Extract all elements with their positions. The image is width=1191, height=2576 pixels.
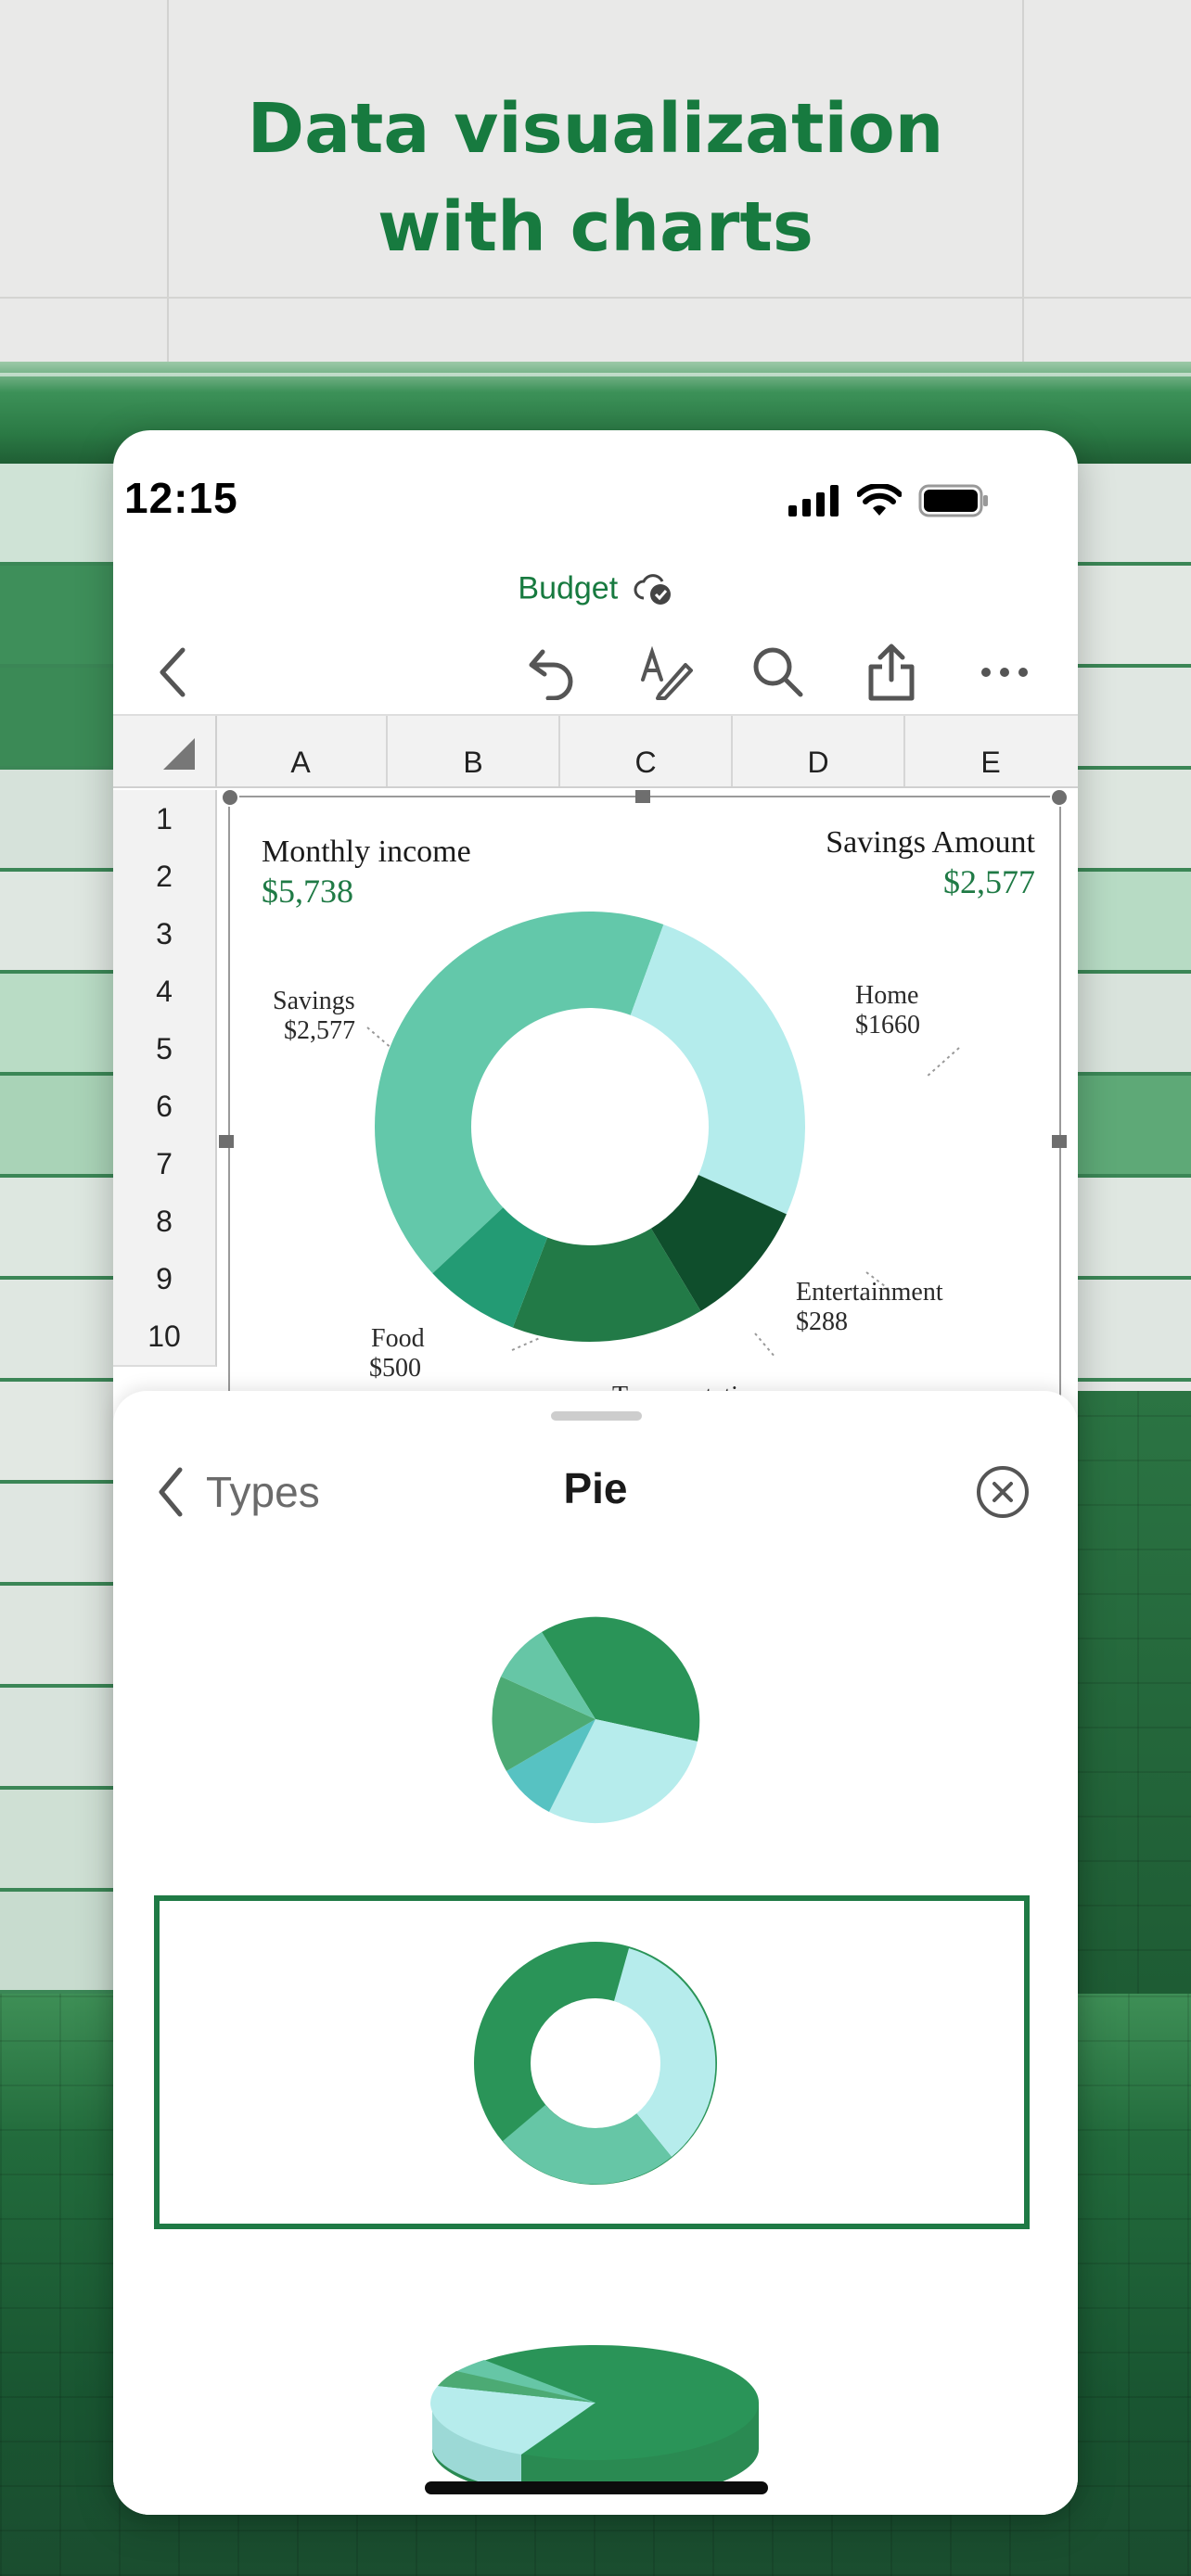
column-header-e[interactable]: E [905,716,1076,786]
row-header-5[interactable]: 5 [113,1020,217,1079]
chart-type-panel: Types Pie [113,1391,1078,2515]
resize-handle-top-left[interactable] [221,788,239,807]
headline-line-1: Data visualization [247,89,944,169]
select-all-corner[interactable] [113,716,217,786]
row-header-6[interactable]: 6 [113,1078,217,1137]
3d-pie-chart-thumbnail [430,2345,759,2485]
donut-chart-graphic [366,912,960,1358]
back-icon [160,647,186,697]
share-icon [868,644,915,701]
more-icon [981,668,1028,677]
slice-label-home: Home $1660 [855,981,920,1039]
row-header-8[interactable]: 8 [113,1192,217,1252]
pie-chart-thumbnail [492,1616,700,1824]
column-header-b[interactable]: B [388,716,560,786]
draw-button[interactable] [633,640,698,705]
home-indicator[interactable] [425,2481,768,2494]
slice-label-savings: Savings $2,577 [273,987,355,1045]
column-header-a[interactable]: A [215,716,388,786]
backdrop-right-green [1078,1391,1191,2040]
search-icon [753,647,803,697]
3d-pie-chart-option[interactable] [113,2309,1078,2485]
row-header-4[interactable]: 4 [113,963,217,1022]
row-header-10[interactable]: 10 [113,1307,217,1367]
share-button[interactable] [859,640,924,705]
slice-label-food: Food $500 [369,1324,425,1383]
row-header-7[interactable]: 7 [113,1135,217,1194]
row-header-3[interactable]: 3 [113,905,217,964]
status-time: 12:15 [124,474,238,522]
document-title-text: Budget [518,570,619,606]
panel-grabber[interactable] [551,1411,642,1421]
undo-button[interactable] [519,640,584,705]
wifi-icon [857,484,902,516]
donut-chart-option[interactable] [113,1910,1078,2216]
column-header-c[interactable]: C [560,716,733,786]
row-header-9[interactable]: 9 [113,1250,217,1309]
resize-handle-left[interactable] [219,1135,234,1148]
close-icon[interactable] [976,1465,1030,1519]
resize-handle-right[interactable] [1052,1135,1067,1148]
embedded-donut-chart[interactable]: Monthly income $5,738 Savings Amount $2,… [228,796,1061,1448]
status-icons [788,482,989,519]
draw-icon [641,645,693,700]
backdrop-left-cells [0,464,113,2040]
slice-label-entertainment: Entertainment $288 [796,1278,943,1336]
row-header-2[interactable]: 2 [113,848,217,907]
panel-title: Pie [563,1464,628,1512]
search-button[interactable] [746,640,811,705]
donut-chart-thumbnail [474,1942,717,2185]
row-header-1[interactable]: 1 [113,790,217,849]
document-title[interactable]: Budget [0,569,1191,607]
pie-chart-option[interactable] [113,1599,1078,1840]
resize-handle-top-right[interactable] [1050,788,1069,807]
column-header-row: A B C D E [113,714,1078,788]
column-header-d[interactable]: D [733,716,905,786]
more-button[interactable] [972,640,1037,705]
back-button[interactable] [141,640,206,705]
battery-icon [918,484,988,517]
donut-slice-home [630,924,806,1215]
signal-icon [788,485,839,516]
marketing-headline: Data visualization with charts [0,80,1191,276]
headline-line-2: with charts [378,187,813,267]
resize-handle-top[interactable] [635,790,650,803]
cloud-check-icon [634,574,671,606]
undo-icon [529,649,573,700]
donut-slice-savings [375,912,664,1274]
